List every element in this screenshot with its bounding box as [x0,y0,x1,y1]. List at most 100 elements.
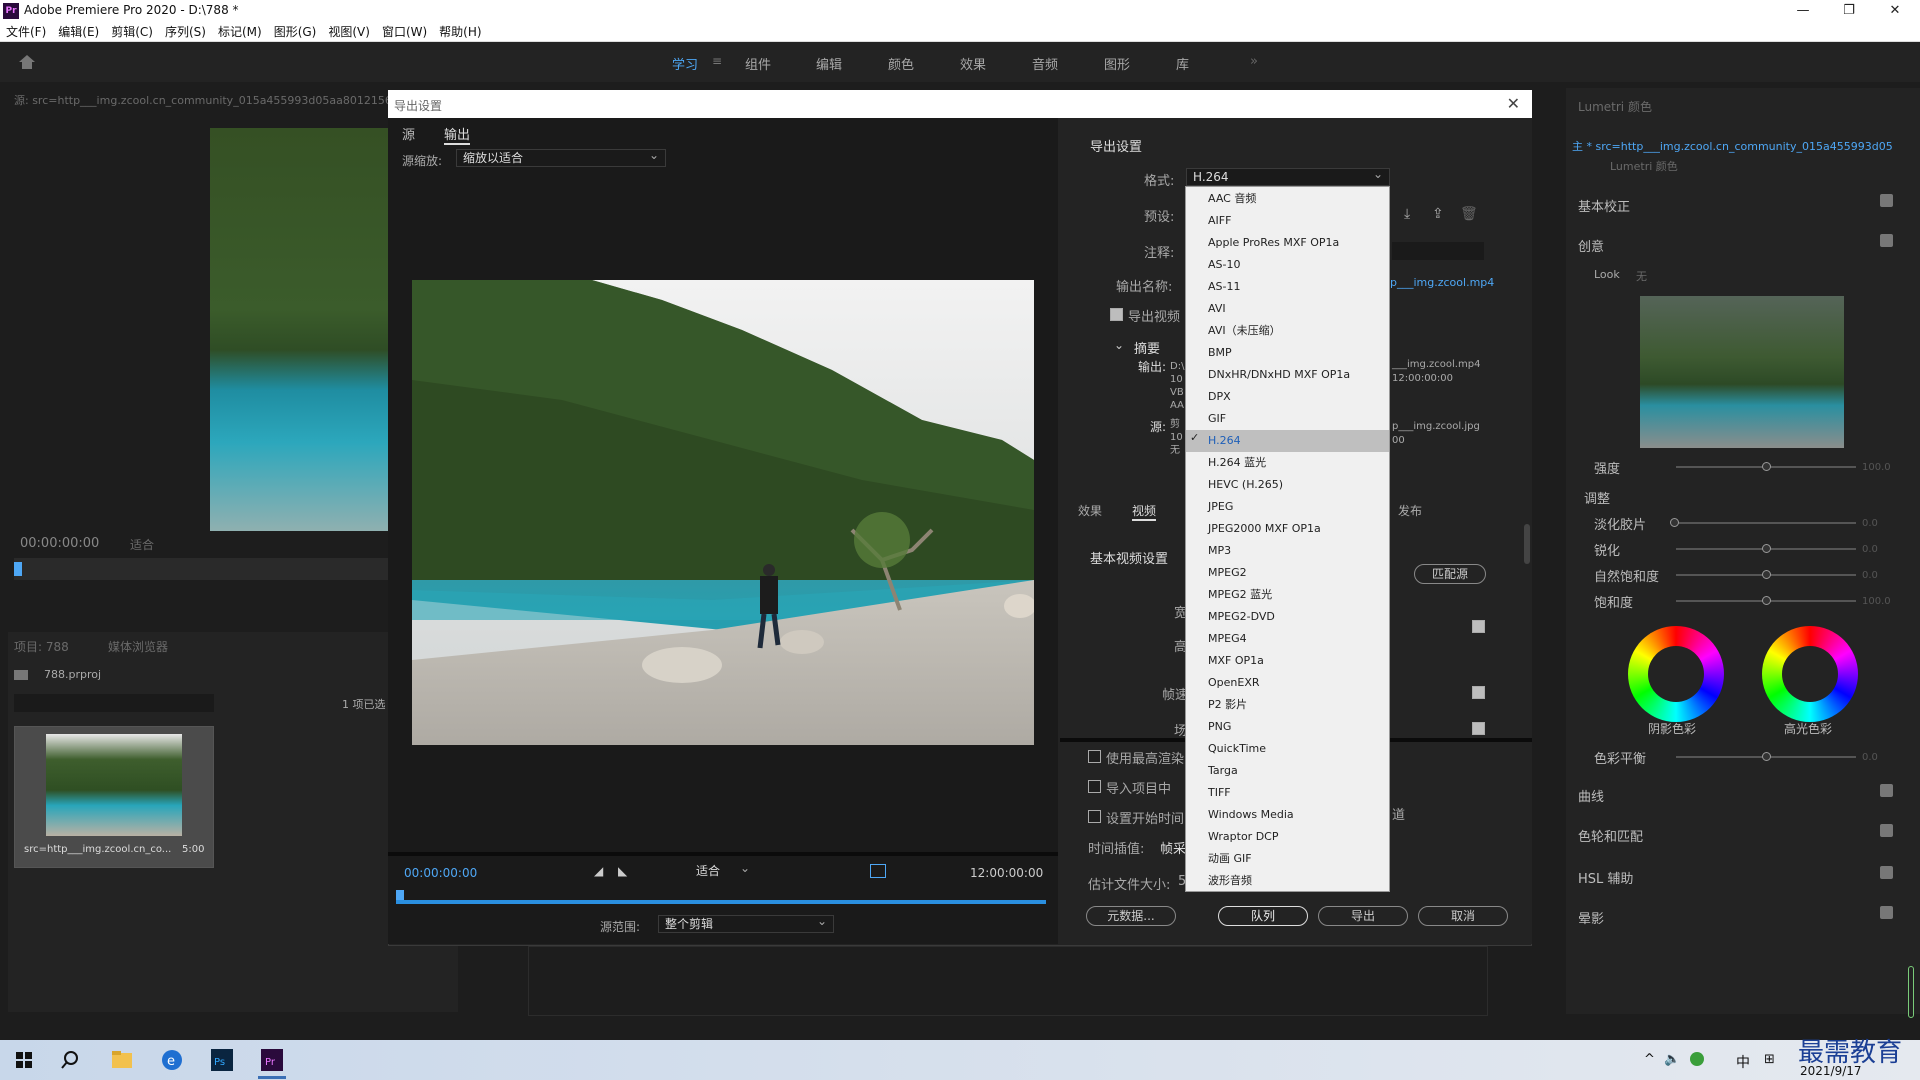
adjust-section[interactable]: 调整 [1584,488,1610,507]
menu-markers[interactable]: 标记(M) [212,22,268,42]
home-icon[interactable] [18,54,36,70]
format-option[interactable]: MPEG2 [1208,562,1247,584]
range-playhead[interactable] [396,890,404,900]
format-option[interactable]: JPEG2000 MXF OP1a [1208,518,1321,540]
workspace-tab-effects[interactable]: 效果 [960,54,986,73]
workspace-tab-libraries[interactable]: 库 [1176,54,1189,73]
workspace-tab-graphics[interactable]: 图形 [1104,54,1130,73]
lumetri-fx-select[interactable]: Lumetri 颜色 [1610,158,1678,174]
format-option[interactable]: DNxHR/DNxHD MXF OP1a [1208,364,1350,386]
set-start-time-checkbox[interactable] [1088,810,1101,823]
photoshop-icon[interactable]: Ps [208,1046,236,1074]
tab-publish[interactable]: 发布 [1398,502,1422,519]
vignette-checkbox[interactable] [1880,906,1893,919]
comment-input[interactable] [1392,242,1484,260]
shadow-tint-wheel[interactable] [1628,626,1724,722]
edge-browser-icon[interactable]: e [158,1046,186,1074]
tab-source[interactable]: 源 [402,124,415,143]
hsl-checkbox[interactable] [1880,866,1893,879]
slider-knob[interactable] [1762,570,1771,579]
metadata-button[interactable]: 元数据... [1086,906,1176,926]
color-balance-knob[interactable] [1762,752,1771,761]
slider-knob[interactable] [1762,596,1771,605]
save-preset-icon[interactable]: ⤓ [1404,206,1410,222]
import-project-checkbox[interactable] [1088,780,1101,793]
format-option[interactable]: AVI [1208,298,1226,320]
lumetri-clip-name[interactable]: 主 * src=http___img.zcool.cn_community_01… [1572,138,1892,154]
monitor-timeline-ruler[interactable] [14,558,388,580]
format-option[interactable]: Apple ProRes MXF OP1a [1208,232,1339,254]
export-range-bar[interactable] [396,900,1046,904]
max-render-checkbox[interactable] [1088,750,1101,763]
project-tab[interactable]: 项目: 788 [14,638,69,655]
format-option[interactable]: HEVC (H.265) [1208,474,1283,496]
workspace-tab-assembly[interactable]: 组件 [745,54,771,73]
mark-out-icon[interactable]: ◣ [618,864,627,878]
menu-file[interactable]: 文件(F) [0,22,52,42]
basic-correction-checkbox[interactable] [1880,194,1893,207]
creative-checkbox[interactable] [1880,234,1893,247]
workspace-tab-editing[interactable]: 编辑 [816,54,842,73]
format-option[interactable]: MPEG2-DVD [1208,606,1275,628]
format-option[interactable]: JPEG [1208,496,1233,518]
playhead[interactable] [14,562,22,576]
minimize-icon[interactable]: — [1780,0,1826,22]
ime-language-indicator[interactable]: 中 [1736,1052,1750,1072]
format-option[interactable]: MPEG4 [1208,628,1247,650]
format-option[interactable]: 动画 GIF [1208,848,1252,870]
intensity-slider-knob[interactable] [1762,462,1771,471]
preview-timecode-start[interactable]: 00:00:00:00 [404,866,477,880]
format-option[interactable]: AS-10 [1208,254,1240,276]
format-option[interactable]: MXF OP1a [1208,650,1264,672]
format-option[interactable]: Targa [1208,760,1238,782]
import-preset-icon[interactable]: ⇪ [1432,206,1444,222]
look-select[interactable]: 无 [1636,268,1647,284]
frame-rate-checkbox[interactable] [1472,686,1485,699]
dialog-close-icon[interactable]: ✕ [1507,94,1520,113]
menu-sequence[interactable]: 序列(S) [159,22,212,42]
slider-value[interactable]: 0.0 [1862,544,1878,555]
lumetri-color-wheels[interactable]: 色轮和匹配 [1578,826,1643,845]
lumetri-hsl[interactable]: HSL 辅助 [1578,868,1633,887]
format-option[interactable]: AAC 音频 [1208,188,1256,210]
file-explorer-icon[interactable] [108,1046,136,1074]
format-option[interactable]: PNG [1208,716,1231,738]
highlight-tint-wheel[interactable] [1762,626,1858,722]
lumetri-curves[interactable]: 曲线 [1578,786,1604,805]
more-workspaces-icon[interactable]: » [1250,54,1258,69]
format-option[interactable]: GIF [1208,408,1226,430]
maximize-icon[interactable]: ❐ [1826,0,1872,22]
slider-value[interactable]: 100.0 [1862,596,1891,607]
ime-mode-icon[interactable]: ⊞ [1764,1052,1775,1067]
workspace-tab-color[interactable]: 颜色 [888,54,914,73]
settings-scrollbar[interactable] [1524,524,1530,564]
field-order-checkbox[interactable] [1472,722,1485,735]
summary-toggle-icon[interactable]: ⌄ [1114,338,1124,352]
workspace-tab-audio[interactable]: 音频 [1032,54,1058,73]
intensity-value[interactable]: 100.0 [1862,462,1891,473]
format-option[interactable]: H.264 蓝光 [1208,452,1266,474]
delete-preset-icon[interactable]: 🗑 [1460,206,1478,222]
tab-output[interactable]: 输出 [444,124,471,145]
tab-effects[interactable]: 效果 [1078,502,1102,519]
format-option[interactable]: BMP [1208,342,1232,364]
monitor-timecode[interactable]: 00:00:00:00 [20,536,99,551]
format-option[interactable]: AS-11 [1208,276,1240,298]
format-option[interactable]: TIFF [1208,782,1231,804]
source-range-select[interactable]: 整个剪辑 [658,913,834,933]
menu-help[interactable]: 帮助(H) [433,22,487,42]
lumetri-basic-correction[interactable]: 基本校正 [1578,196,1630,215]
format-option[interactable]: Windows Media [1208,804,1294,826]
format-option[interactable]: OpenEXR [1208,672,1260,694]
menu-graphics[interactable]: 图形(G) [268,22,323,42]
curves-checkbox[interactable] [1880,784,1893,797]
format-option[interactable]: AIFF [1208,210,1231,232]
slider-knob[interactable] [1762,544,1771,553]
tray-arrow-icon[interactable]: ^ [1644,1052,1655,1067]
time-interpolation-value[interactable]: 帧采 [1160,838,1186,857]
export-video-checkbox[interactable] [1110,308,1123,321]
mark-in-icon[interactable]: ◢ [594,864,603,878]
volume-icon[interactable]: 🔈 [1664,1052,1680,1067]
color-wheels-checkbox[interactable] [1880,824,1893,837]
monitor-fit-select[interactable]: 适合 [130,536,154,553]
